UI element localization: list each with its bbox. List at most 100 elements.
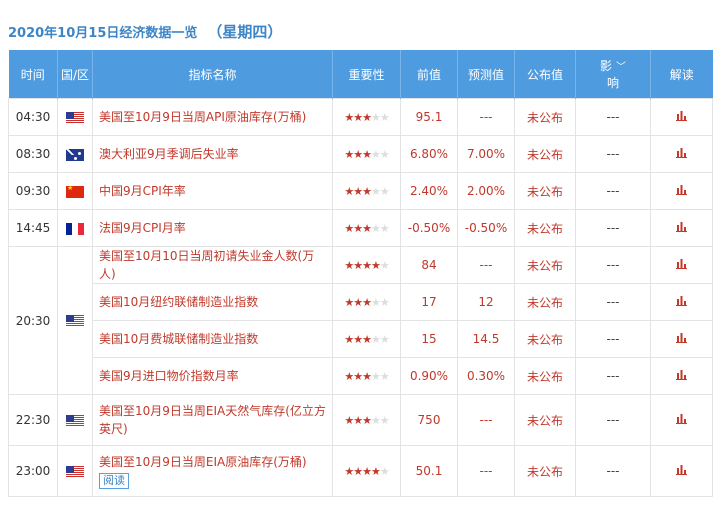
importance-cell: ★★★★★ bbox=[332, 394, 401, 446]
table-row: 04:30 美国至10月9日当周API原油库存(万桶) ★★★★★ 95.1 --- 未公… bbox=[8, 98, 713, 136]
interpret-cell[interactable] bbox=[650, 135, 713, 173]
star-filled-icon: ★ bbox=[362, 259, 372, 272]
star-filled-icon: ★ bbox=[353, 222, 363, 235]
col-indicator: 指标名称 bbox=[92, 50, 333, 99]
chevron-down-icon[interactable]: ﹀ bbox=[616, 58, 626, 73]
indicator-cell[interactable]: 美国9月进口物价指数月率 bbox=[92, 357, 333, 395]
star-empty-icon: ★ bbox=[379, 222, 390, 235]
col-interpret: 解读 bbox=[650, 50, 713, 99]
read-button[interactable]: 阅读 bbox=[99, 473, 129, 489]
actual-cell: 未公布 bbox=[514, 209, 576, 247]
time-cell: 04:30 bbox=[8, 98, 58, 136]
star-filled-icon: ★ bbox=[344, 259, 354, 272]
col-impact[interactable]: 影 ﹀ 响 bbox=[575, 50, 651, 99]
economic-calendar: 2020年10月15日经济数据一览 （星期四） 时间 国/区 指标名称 重要性 … bbox=[0, 0, 718, 506]
interpret-cell[interactable] bbox=[650, 283, 713, 321]
indicator-name[interactable]: 美国至10月9日当周EIA天然气库存(亿立方英尺) bbox=[99, 404, 326, 436]
region-cell bbox=[57, 445, 93, 497]
indicator-name[interactable]: 法国9月CPI月率 bbox=[99, 221, 186, 235]
flag-fr-icon bbox=[66, 222, 84, 235]
indicator-cell[interactable]: 法国9月CPI月率 bbox=[92, 209, 333, 247]
indicator-name[interactable]: 中国9月CPI年率 bbox=[99, 184, 186, 198]
previous-cell: 95.1 bbox=[400, 98, 458, 136]
actual-cell: 未公布 bbox=[514, 394, 576, 446]
indicator-cell[interactable]: 美国至10月9日当周API原油库存(万桶) bbox=[92, 98, 333, 136]
star-filled-icon: ★ bbox=[362, 148, 372, 161]
interpret-cell[interactable] bbox=[650, 172, 713, 210]
bar-chart-icon[interactable] bbox=[676, 369, 687, 384]
interpret-cell[interactable] bbox=[650, 357, 713, 395]
col-region: 国/区 bbox=[57, 50, 93, 99]
indicator-name[interactable]: 美国至10月10日当周初请失业金人数(万人) bbox=[99, 249, 314, 281]
previous-cell: -0.50% bbox=[400, 209, 458, 247]
interpret-cell[interactable] bbox=[650, 320, 713, 358]
bar-chart-icon[interactable] bbox=[676, 464, 687, 479]
col-forecast: 预测值 bbox=[457, 50, 515, 99]
actual-cell: 未公布 bbox=[514, 172, 576, 210]
forecast-cell: --- bbox=[457, 246, 515, 284]
flag-cn-icon bbox=[66, 185, 84, 198]
table-row: 14:45 法国9月CPI月率 ★★★★★ -0.50% -0.50% 未公布 --- bbox=[8, 209, 713, 247]
importance-stars: ★★★★★ bbox=[344, 333, 390, 346]
forecast-cell: -0.50% bbox=[457, 209, 515, 247]
time-cell: 09:30 bbox=[8, 172, 58, 210]
star-empty-icon: ★ bbox=[379, 111, 390, 124]
star-empty-icon: ★ bbox=[370, 414, 381, 427]
bar-chart-icon[interactable] bbox=[676, 295, 687, 310]
star-filled-icon: ★ bbox=[353, 333, 363, 346]
time-cell: 20:30 bbox=[8, 246, 58, 395]
bar-chart-icon[interactable] bbox=[676, 258, 687, 273]
indicator-name[interactable]: 美国至10月9日当周API原油库存(万桶) bbox=[99, 110, 306, 124]
region-cell bbox=[57, 135, 93, 173]
indicator-cell[interactable]: 美国至10月9日当周EIA原油库存(万桶) 阅读 bbox=[92, 445, 333, 497]
star-empty-icon: ★ bbox=[379, 333, 390, 346]
importance-stars: ★★★★★ bbox=[344, 370, 390, 383]
star-filled-icon: ★ bbox=[344, 222, 354, 235]
star-filled-icon: ★ bbox=[362, 465, 372, 478]
star-filled-icon: ★ bbox=[344, 333, 354, 346]
bar-chart-icon[interactable] bbox=[676, 332, 687, 347]
indicator-name[interactable]: 美国10月纽约联储制造业指数 bbox=[99, 295, 258, 309]
importance-stars: ★★★★★ bbox=[344, 465, 389, 478]
star-filled-icon: ★ bbox=[362, 370, 372, 383]
interpret-cell[interactable] bbox=[650, 445, 713, 497]
interpret-cell[interactable] bbox=[650, 209, 713, 247]
importance-stars: ★★★★★ bbox=[344, 414, 389, 427]
actual-cell: 未公布 bbox=[514, 246, 576, 284]
indicator-name[interactable]: 美国9月进口物价指数月率 bbox=[99, 369, 239, 383]
indicator-cell[interactable]: 澳大利亚9月季调后失业率 bbox=[92, 135, 333, 173]
weekday-label: （星期四） bbox=[207, 22, 283, 41]
indicator-cell[interactable]: 美国至10月9日当周EIA天然气库存(亿立方英尺) bbox=[92, 394, 333, 446]
indicator-cell[interactable]: 美国10月纽约联储制造业指数 bbox=[92, 283, 333, 321]
indicator-cell[interactable]: 美国10月费城联储制造业指数 bbox=[92, 320, 333, 358]
forecast-cell: --- bbox=[457, 445, 515, 497]
bar-chart-icon[interactable] bbox=[676, 413, 687, 428]
interpret-cell[interactable] bbox=[650, 246, 713, 284]
indicator-cell[interactable]: 美国至10月10日当周初请失业金人数(万人) bbox=[92, 246, 333, 284]
bar-chart-icon[interactable] bbox=[676, 184, 687, 199]
calendar-header: 2020年10月15日经济数据一览 （星期四） bbox=[8, 18, 282, 44]
star-filled-icon: ★ bbox=[344, 296, 354, 309]
indicator-name[interactable]: 美国至10月9日当周EIA原油库存(万桶) bbox=[99, 455, 307, 469]
indicator-cell[interactable]: 中国9月CPI年率 bbox=[92, 172, 333, 210]
bar-chart-icon[interactable] bbox=[676, 147, 687, 162]
interpret-cell[interactable] bbox=[650, 98, 713, 136]
bar-chart-icon[interactable] bbox=[676, 221, 687, 236]
table-row: 20:30 美国至10月10日当周初请失业金人数(万人) ★★★★★ 84 --- 未公布… bbox=[8, 246, 713, 395]
indicator-name[interactable]: 澳大利亚9月季调后失业率 bbox=[99, 147, 239, 161]
star-empty-icon: ★ bbox=[379, 370, 390, 383]
interpret-cell[interactable] bbox=[650, 394, 713, 446]
flag-us-icon bbox=[66, 111, 84, 124]
actual-cell: 未公布 bbox=[514, 357, 576, 395]
economic-data-table: 时间 国/区 指标名称 重要性 前值 预测值 公布值 影 ﹀ 响 解读 04:30… bbox=[8, 50, 713, 497]
star-filled-icon: ★ bbox=[362, 222, 372, 235]
importance-cell: ★★★★★ bbox=[332, 209, 401, 247]
flag-us-icon bbox=[66, 465, 84, 478]
bar-chart-icon[interactable] bbox=[676, 110, 687, 125]
star-filled-icon: ★ bbox=[362, 296, 372, 309]
col-importance: 重要性 bbox=[332, 50, 401, 99]
star-filled-icon: ★ bbox=[344, 465, 354, 478]
actual-cell: 未公布 bbox=[514, 135, 576, 173]
indicator-name[interactable]: 美国10月费城联储制造业指数 bbox=[99, 332, 258, 346]
star-empty-icon: ★ bbox=[379, 296, 390, 309]
